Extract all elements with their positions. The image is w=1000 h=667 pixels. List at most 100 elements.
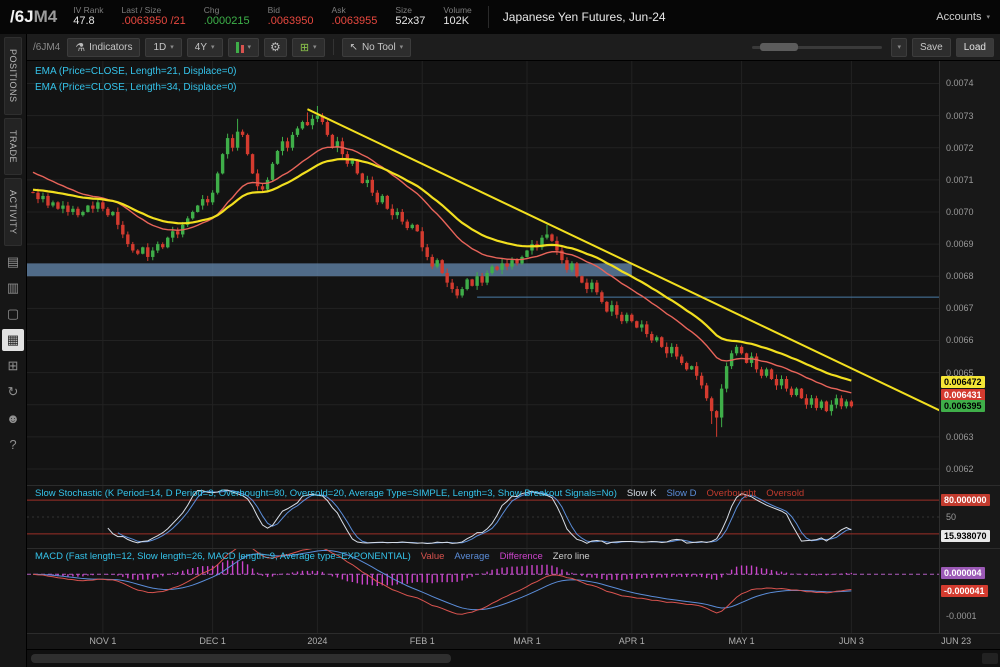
chart-settings-button[interactable]: ⚙ [264,37,287,57]
quote-field-last-size: Last / Size .0063950 /21 [121,4,186,28]
indicators-button[interactable]: ⚗ Indicators [67,37,141,57]
app-window: /6J M4 IV Rank 47.8 Last / Size .0063950 /21… [0,0,1000,667]
indicators-label: Indicators [89,41,133,53]
stochastic-label-row: Slow Stochastic (K Period=14, D Period=3… [35,488,804,499]
symbol-header[interactable]: /6J M4 [10,7,57,27]
ledger-icon[interactable]: ▤ [2,251,24,273]
cursor-icon: ↖ [349,41,358,53]
time-tick-nov-1: NOV 1 [89,636,117,646]
chart-icon[interactable]: ▦ [2,329,24,352]
zoom-slider-handle[interactable] [760,43,799,51]
orders-icon[interactable]: ▥ [2,277,24,299]
chevron-down-icon: ▾ [247,44,252,51]
time-tick-2024: 2024 [307,636,328,646]
ema21-label[interactable]: EMA (Price=CLOSE, Length=21, Displace=0) [35,64,237,80]
price-chart[interactable] [27,61,939,485]
aggregation-value: 1D [153,41,167,53]
instrument-description: Japanese Yen Futures, Jun-24 [487,6,666,28]
chart-region: /6JM4 ⚗ Indicators 1D ▾ 4Y ▾ ▾ ⚙ ⊞ ▾ ↖ N… [27,34,1000,667]
chevron-down-icon: ▾ [170,44,174,51]
value-box: 0.000004 [941,566,985,579]
value-box: 15.938070 [941,530,990,543]
horizontal-scrollbar[interactable] [27,649,1000,667]
stochastic-pane[interactable]: Slow Stochastic (K Period=14, D Period=3… [27,486,1000,549]
chart-toolbar: /6JM4 ⚗ Indicators 1D ▾ 4Y ▾ ▾ ⚙ ⊞ ▾ ↖ N… [27,34,1000,61]
price-axis[interactable]: 0.0074 0.0073 0.0072 0.0071 0.0070 0.0069 0.00… [939,61,1000,485]
save-button[interactable]: Save [911,37,951,57]
price-tick: 0.0070 [946,206,974,217]
quote-field-chg: Chg .0000215 [203,4,250,28]
grid-layout-icon: ⊞ [299,41,310,54]
price-tick: 0.0068 [946,271,974,282]
sidebar-tab-trade[interactable]: TRADE [4,117,22,175]
macd-axis-tick: -0.0001 [946,611,977,622]
drawing-tool-dropdown[interactable]: ↖ No Tool ▾ [341,37,412,57]
macd-axis: -0.0001 0.000004 -0.000041 [939,549,1000,633]
time-tick-mar-1: MAR 1 [513,636,541,646]
ema34-label[interactable]: EMA (Price=CLOSE, Length=34, Displace=0) [35,80,237,96]
price-pane[interactable]: EMA (Price=CLOSE, Length=21, Displace=0)… [27,61,1000,486]
indicator-labels: EMA (Price=CLOSE, Length=21, Displace=0)… [35,64,237,96]
load-button[interactable]: Load [955,37,994,57]
symbol-contract: M4 [33,7,58,26]
legend-slow-d: Slow D [666,488,697,499]
time-axis[interactable]: NOV 1 DEC 1 2024 FEB 1 MAR 1 APR 1 MAY 1 JUN 3 J… [27,633,1000,649]
left-sidebar: POSITIONS TRADE ACTIVITY ▤ ▥ ▢ ▦ ⊞ ↻ ☻? [0,34,27,667]
accounts-label: Accounts [936,11,982,23]
stochastic-legend: Slow K Slow D Overbought Oversold [627,488,804,499]
time-tick-jun-3: JUN 3 [838,636,864,646]
price-tick: 0.0066 [946,335,974,346]
users-icon[interactable]: ☻ [2,407,24,429]
zoom-slider[interactable] [752,40,883,54]
chevron-down-icon: ▾ [399,44,404,51]
aggregation-dropdown[interactable]: 1D ▾ [145,37,182,57]
legend-difference: Difference [499,551,543,562]
chart-symbol-label: /6JM4 [33,41,61,53]
legend-oversold: Oversold [766,488,805,499]
grid-icon[interactable]: ⊞ [2,355,24,377]
macd-label[interactable]: MACD (Fast length=12, Slow length=26, MA… [35,551,411,562]
chevron-down-icon: ▾ [211,44,215,51]
main-row: POSITIONS TRADE ACTIVITY ▤ ▥ ▢ ▦ ⊞ ↻ ☻? /6JM4 ⚗ I… [0,34,1000,667]
price-tick: 0.0069 [946,239,974,250]
macd-legend: Value Average Difference Zero line [421,551,590,562]
sidebar-tab-positions[interactable]: POSITIONS [4,37,22,115]
legend-zero-line: Zero line [552,551,590,562]
accounts-menu[interactable]: Accounts ▾ [936,11,990,23]
gear-icon: ⚙ [270,40,281,54]
scrollbar-handle[interactable] [31,654,451,663]
flask-icon: ⚗ [75,41,86,54]
time-tick-apr-1: APR 1 [618,636,645,646]
chart-menu-dropdown[interactable]: ▾ [891,37,907,57]
sync-icon[interactable]: ↻ [2,381,24,403]
quote-field-ask: Ask .0063955 [331,4,378,28]
sidebar-tab-activity[interactable]: ACTIVITY [4,177,22,247]
chevron-down-icon: ▾ [897,44,901,51]
chart-type-dropdown[interactable]: ▾ [227,37,260,57]
quote-fields: IV Rank 47.8 Last / Size .0063950 /21 Chg .00… [73,5,472,29]
range-dropdown[interactable]: 4Y ▾ [186,37,223,57]
stochastic-label[interactable]: Slow Stochastic (K Period=14, D Period=3… [35,488,617,499]
quote-field-size: Size 52x37 [395,4,426,28]
legend-slow-k: Slow K [626,488,657,499]
layout-dropdown[interactable]: ⊞ ▾ [291,37,325,57]
legend-value: Value [420,551,445,562]
price-tick: 0.0071 [946,174,974,185]
tool-label: No Tool [361,41,396,53]
price-tick: 0.0072 [946,142,974,153]
time-tick-may-1: MAY 1 [728,636,755,646]
value-box: 0.006472 [941,375,985,388]
price-tick: 0.0067 [946,303,974,314]
time-tick-dec-1: DEC 1 [199,636,226,646]
value-box: 80.000000 [941,494,990,507]
quote-field-bid: Bid .0063950 [267,4,314,28]
candlestick-icon [235,41,244,53]
help-icon[interactable]: ? [2,433,24,455]
macd-pane[interactable]: MACD (Fast length=12, Slow length=26, MA… [27,549,1000,633]
window-icon[interactable]: ▢ [2,303,24,325]
price-tick: 0.0062 [946,463,974,474]
quote-field-volume: Volume 102K [443,4,472,28]
price-tick: 0.0073 [946,110,974,121]
scrollbar-corner [982,653,998,664]
value-box: 0.006431 [941,388,985,401]
